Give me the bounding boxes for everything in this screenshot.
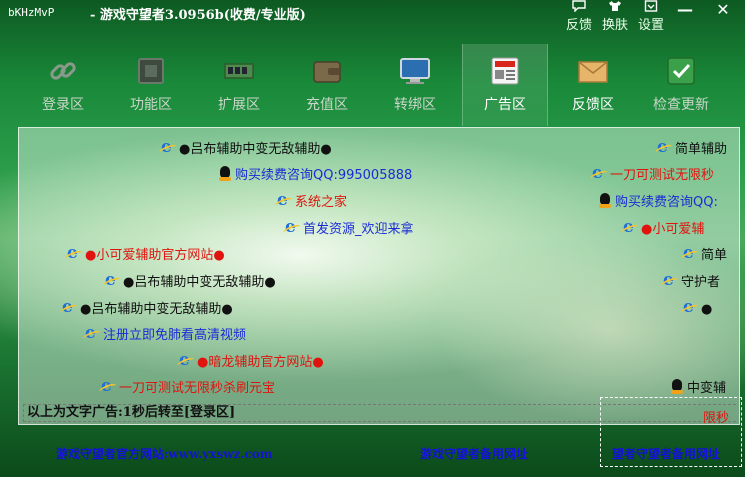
wallet-icon: [310, 54, 344, 88]
settings-button-label: 设置: [637, 18, 664, 33]
ie-browser-icon: [277, 190, 293, 210]
ad-text: ●吕布辅助中变无敌辅助●: [80, 302, 233, 317]
tab-feedback-label: 反馈区: [572, 97, 614, 113]
backup-site-link-2[interactable]: 望者守望者备用网址: [612, 445, 740, 462]
ad-link[interactable]: ●暗龙辅助官方网站●: [179, 350, 324, 372]
footer: 游戏守望者官方网站:www.yxswz.com 游戏守望者备用网址 望者守望者备…: [0, 440, 745, 464]
ad-text: 购买续费咨询QQ:: [615, 195, 718, 210]
chain-link-icon: [46, 54, 80, 88]
ad-link[interactable]: 注册立即免肺看高清视频: [85, 323, 247, 345]
tab-check-update-label: 检查更新: [653, 97, 709, 113]
tab-rebind[interactable]: 转绑区: [372, 44, 458, 126]
ad-text: 中变辅: [687, 381, 727, 396]
ie-browser-icon: [657, 137, 673, 157]
ad-link[interactable]: 简单: [683, 243, 728, 265]
newspaper-icon: [488, 54, 522, 88]
skin-button-label: 换肤: [601, 18, 628, 33]
memory-module-icon: [222, 54, 256, 88]
skin-button[interactable]: 换肤: [598, 0, 632, 40]
tab-features[interactable]: 功能区: [108, 44, 194, 126]
settings-button[interactable]: 设置: [634, 0, 668, 40]
ad-link[interactable]: 系统之家: [277, 190, 348, 212]
ad-link[interactable]: 一刀可测试无限秒: [592, 163, 715, 185]
tab-ads-label: 广告区: [484, 97, 526, 113]
qq-penguin-icon: [597, 193, 613, 209]
tab-feedback[interactable]: 反馈区: [550, 44, 636, 126]
ad-link[interactable]: ●小可爱辅助官方网站●: [67, 243, 225, 265]
tab-rebind-label: 转绑区: [394, 97, 436, 113]
app-id-text: bKHzMvP: [8, 6, 55, 19]
ad-text: 简单辅助: [675, 142, 728, 157]
ad-link[interactable]: 中变辅: [669, 379, 726, 398]
ad-link[interactable]: 一刀可测试无限秒杀刷元宝: [101, 376, 276, 398]
ie-browser-icon: [67, 243, 83, 263]
ad-link[interactable]: 守护者: [663, 270, 721, 292]
ie-browser-icon: [62, 297, 78, 317]
ad-link[interactable]: ●吕布辅助中变无敌辅助●: [161, 137, 332, 159]
close-button[interactable]: ✕: [708, 0, 738, 22]
chip-icon: [134, 54, 168, 88]
tshirt-icon: [598, 0, 632, 18]
ad-link[interactable]: ●吕布辅助中变无敌辅助●: [105, 270, 276, 292]
tab-recharge[interactable]: 充值区: [284, 44, 370, 126]
tab-login[interactable]: 登录区: [20, 44, 106, 126]
ad-link[interactable]: 购买续费咨询QQ:: [597, 193, 718, 212]
ad-link[interactable]: 简单辅助: [657, 137, 728, 159]
backup-site-link[interactable]: 游戏守望者备用网址: [420, 445, 528, 462]
ie-browser-icon: [85, 323, 101, 343]
ad-text: ●暗龙辅助官方网站●: [197, 355, 324, 370]
tab-features-label: 功能区: [130, 97, 172, 113]
envelope-icon: [576, 54, 610, 88]
feedback-button-label: 反馈: [565, 18, 592, 33]
ie-browser-icon: [101, 376, 117, 396]
ad-link[interactable]: 首发资源_欢迎来拿: [285, 217, 414, 239]
checkmark-icon: [664, 54, 698, 88]
tab-check-update[interactable]: 检查更新: [638, 44, 724, 126]
ad-link[interactable]: 购买续费咨询QQ:995005888: [217, 166, 412, 185]
monitor-icon: [398, 54, 432, 88]
ad-link[interactable]: ●吕布辅助中变无敌辅助●: [62, 297, 233, 319]
ad-text: ●吕布辅助中变无敌辅助●: [123, 275, 276, 290]
ie-browser-icon: [683, 243, 699, 263]
ad-panel: ●吕布辅助中变无敌辅助● 购买续费咨询QQ:995005888 系统之家 首发资…: [18, 127, 740, 425]
feedback-button[interactable]: 反馈: [562, 0, 596, 40]
settings-icon: [634, 0, 668, 18]
ad-text: ●小可爱辅: [641, 222, 705, 237]
ad-text: 一刀可测试无限秒杀刷元宝: [119, 381, 276, 396]
tab-login-label: 登录区: [42, 97, 84, 113]
tab-recharge-label: 充值区: [306, 97, 348, 113]
ad-text: 一刀可测试无限秒: [610, 168, 715, 183]
ad-text: ●吕布辅助中变无敌辅助●: [179, 142, 332, 157]
ad-text: 购买续费咨询QQ:995005888: [235, 168, 413, 183]
qq-penguin-icon: [217, 166, 233, 182]
ie-browser-icon: [285, 217, 301, 237]
chat-bubble-icon: [562, 0, 596, 18]
ad-text: 首发资源_欢迎来拿: [303, 222, 414, 237]
ad-text: 守护者: [681, 275, 721, 290]
redirect-status-text: 以上为文字广告:1秒后转至[登录区]: [27, 405, 236, 420]
ad-text: ●小可爱辅助官方网站●: [85, 248, 225, 263]
ad-text: 注册立即免肺看高清视频: [103, 328, 247, 343]
ad-text: ●: [701, 302, 713, 317]
title-bar: bKHzMvP - 游戏守望者3.0956b(收费/专业版) 反馈 换肤 设置 …: [0, 0, 745, 42]
qq-penguin-icon: [669, 379, 685, 395]
ie-browser-icon: [683, 297, 699, 317]
ie-browser-icon: [663, 270, 679, 290]
ie-browser-icon: [179, 350, 195, 370]
ie-browser-icon: [105, 270, 121, 290]
ad-link[interactable]: ●: [683, 297, 713, 319]
tab-extensions-label: 扩展区: [218, 97, 260, 113]
ie-browser-icon: [623, 217, 639, 237]
window-title: - 游戏守望者3.0956b(收费/专业版): [90, 8, 306, 23]
tab-extensions[interactable]: 扩展区: [196, 44, 282, 126]
ie-browser-icon: [592, 163, 608, 183]
ad-text: 系统之家: [295, 195, 348, 210]
official-site-link[interactable]: 游戏守望者官方网站:www.yxswz.com: [56, 445, 273, 462]
minimize-button[interactable]: —: [670, 0, 700, 22]
tab-ads[interactable]: 广告区: [462, 44, 548, 126]
ad-text: 简单: [701, 248, 728, 263]
main-toolbar: 登录区 功能区 扩展区 充值区 转绑区 广告区 反馈区 检查更新: [20, 44, 745, 126]
ad-link[interactable]: ●小可爱辅: [623, 217, 705, 239]
ie-browser-icon: [161, 137, 177, 157]
